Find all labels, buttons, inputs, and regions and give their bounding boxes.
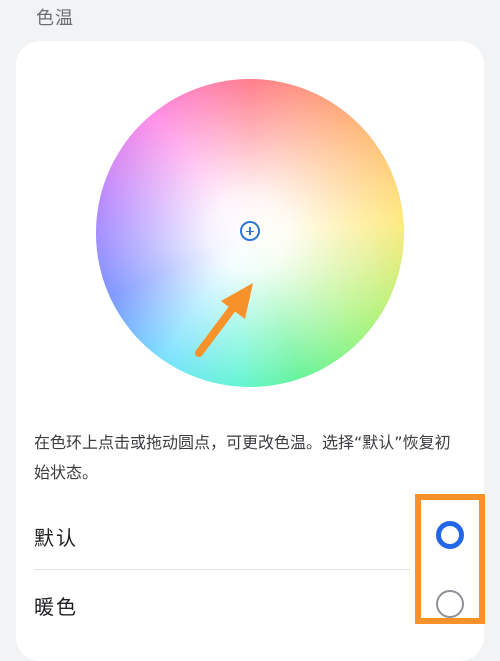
option-default-label: 默认 (34, 526, 78, 550)
description-text: 在色环上点击或拖动圆点，可更改色温。选择“默认”恢复初始状态。 (34, 433, 451, 482)
option-default[interactable]: 默认 (16, 502, 484, 570)
option-warm[interactable]: 暖色 (16, 571, 484, 639)
orange-arrow-icon (195, 283, 253, 357)
option-warm-label: 暖色 (34, 595, 78, 619)
color-temperature-card: 在色环上点击或拖动圆点，可更改色温。选择“默认”恢复初始状态。 默认 暖色 (16, 41, 484, 661)
divider (34, 569, 410, 570)
orange-highlight-box (415, 494, 485, 624)
section-title: 色温 (36, 8, 74, 29)
color-picker-handle-plus-icon[interactable] (240, 221, 260, 241)
